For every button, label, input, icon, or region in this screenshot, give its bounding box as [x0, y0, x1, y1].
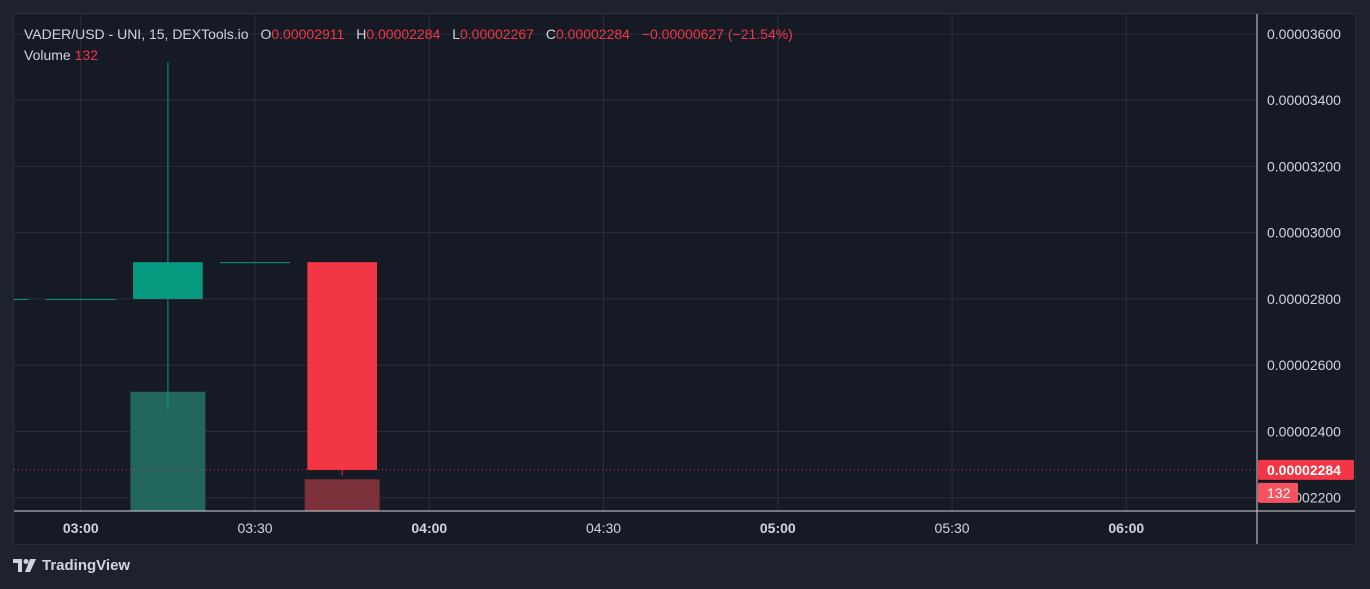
candle-body [307, 262, 378, 470]
x-tick-label: 05:00 [760, 520, 796, 536]
legend-close-value: 0.00002284 [555, 26, 630, 42]
x-tick-label: 03:00 [63, 520, 99, 536]
legend-volume-row: Volume 132 [24, 45, 793, 66]
legend-close-label: C [545, 26, 556, 42]
y-tick-label: 0.00002600 [1267, 357, 1341, 373]
tradingview-logo-icon [13, 558, 36, 572]
tradingview-logo[interactable]: TradingView [13, 557, 130, 574]
candle-body [45, 298, 116, 300]
x-tick-label: 03:30 [238, 520, 273, 536]
legend-change: −0.00000627 (−21.54%) [641, 26, 793, 42]
legend-low-label: L [452, 26, 460, 42]
legend-high-label: H [356, 26, 367, 42]
legend-symbol: VADER/USD - UNI, 15, DEXTools.io [24, 26, 249, 42]
x-tick-label: 04:00 [411, 520, 447, 536]
candle-body [220, 262, 290, 264]
candle-body [133, 262, 203, 299]
candlestick-chart[interactable]: 0.000022000.000024000.000026000.00002800… [14, 14, 1356, 545]
y-tick-label: 0.00003600 [1267, 26, 1341, 42]
candle-body [14, 298, 29, 300]
x-tick-label: 06:00 [1108, 520, 1144, 536]
y-tick-label: 0.00003000 [1267, 225, 1341, 241]
y-tick-label: 0.00002800 [1267, 291, 1341, 307]
tradingview-logo-text: TradingView [42, 557, 131, 574]
chart-frame[interactable]: 0.00002200 0.00002400 0.00002600 0.00002800… [13, 13, 1356, 545]
axes: 0.000022000.000024000.000026000.00002800… [14, 14, 1355, 544]
y-tick-label: 0.00003400 [1267, 92, 1341, 108]
volume-bar [304, 479, 380, 511]
volume-badge-text: 132 [1267, 485, 1291, 501]
x-tick-label: 04:30 [586, 520, 621, 536]
legend-open-value: 0.00002911 [271, 26, 345, 42]
legend-volume-label: Volume [24, 47, 71, 63]
y-tick-label: 0.00002400 [1267, 423, 1341, 439]
chart-legend: VADER/USD - UNI, 15, DEXTools.io O0.0000… [24, 24, 793, 66]
legend-high-value: 0.00002284 [366, 26, 441, 42]
legend-low-value: 0.00002267 [459, 26, 534, 42]
y-tick-label: 0.00003200 [1267, 158, 1341, 174]
legend-volume-value: 132 [74, 47, 98, 63]
legend-open-label: O [260, 26, 272, 42]
x-tick-label: 05:30 [935, 520, 970, 536]
price-badge-text: 0.00002284 [1267, 462, 1341, 478]
